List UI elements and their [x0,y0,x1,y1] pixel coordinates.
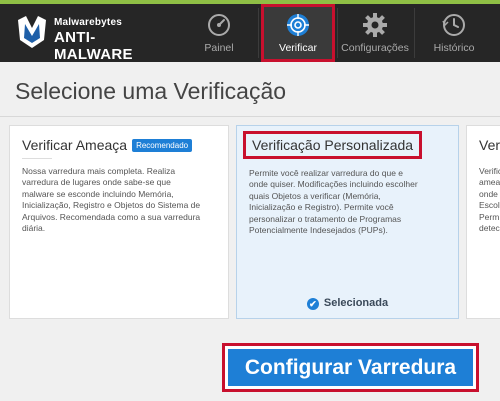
threat-scan-card[interactable]: Verificar Ameaça Recomendado Nossa varred… [9,125,229,319]
app-window: Malwarebytes ANTI-MALWARE Painel Verific… [0,0,500,401]
configure-scan-button[interactable]: Configurar Varredura [228,349,473,386]
clock-history-icon [442,14,465,36]
custom-scan-description: Permite você realizar varredura do que e… [249,168,418,236]
configure-scan-highlight: Configurar Varredura [222,343,479,392]
brand-name-bottom: ANTI-MALWARE [54,29,133,63]
threat-scan-title: Verificar Ameaça Recomendado [22,137,193,153]
nav-settings-tab[interactable]: Configurações [338,4,412,62]
description-line: Arquivos. Recomendada como a sua varredu… [22,211,201,222]
nav-separator [258,8,259,58]
nav-dashboard-tab[interactable]: Painel [182,4,256,62]
scan-target-icon [287,14,309,36]
nav-scan-tab[interactable]: Verificar [261,4,335,62]
description-line: Perm [479,211,500,222]
gear-icon [363,13,387,37]
dashboard-gauge-icon [208,14,230,36]
description-line: onde [479,188,498,199]
description-line: Verific [479,166,500,176]
malwarebytes-logo-icon [18,16,46,48]
recommended-badge: Recomendado [132,139,193,152]
title-divider [0,116,500,117]
top-navigation-bar: Malwarebytes ANTI-MALWARE Painel Verific… [0,0,500,63]
brand-name-top: Malwarebytes [54,17,122,28]
description-line: Potencialmente Indesejados (PUPs). [249,225,388,236]
description-line: quais Objetos a verificar (Memória, [249,190,381,201]
hyper-scan-card[interactable]: Verif Verific ameaç onde Escolh Perm det… [466,125,500,319]
checkmark-icon: ✔ [306,298,319,310]
threat-scan-description: Nossa varredura mais completa. Realiza v… [22,166,200,234]
description-line: onde quiser. Modificações incluindo esco… [249,179,418,190]
description-line: Inicialização, Registro e Objetos do Sis… [22,200,201,211]
description-line: Nossa varredura mais completa. Realiza [22,166,176,176]
hyper-scan-description: Verific ameaç onde Escolh Perm detec [479,166,500,234]
description-line: varredura de lugares onde sabe-se que [22,177,171,188]
description-line: Inicialização e Registro). Permite você [249,202,394,213]
page-title: Selecione uma Verificação [15,78,287,104]
description-line: diária. [22,223,46,234]
description-line: personalizar o tratamento de Programas [249,213,402,224]
description-line: detec [479,223,500,234]
description-line: Escolh [479,200,500,211]
card-title-underline [22,158,52,159]
description-line: malware se esconde incluindo Memória, [22,188,174,199]
nav-history-tab[interactable]: Histórico [417,4,491,62]
threat-scan-title-text: Verificar Ameaça [22,137,128,153]
brand-logo: Malwarebytes ANTI-MALWARE [16,12,166,63]
description-line: ameaç [479,177,500,188]
nav-separator [414,8,415,58]
nav-history-label: Histórico [433,42,475,54]
custom-scan-card[interactable]: Verificação Personalizada Permite você r… [236,125,459,319]
nav-settings-label: Configurações [341,42,409,54]
description-line: Permite você realizar varredura do que e [249,168,404,178]
hyper-scan-title: Verif [479,137,500,153]
selected-label: Selecionada [323,297,389,309]
nav-scan-label: Verificar [279,42,317,54]
custom-scan-title: Verificação Personalizada [243,131,423,159]
nav-dashboard-label: Painel [204,42,234,54]
selected-indicator: ✔ Selecionada [237,297,458,310]
